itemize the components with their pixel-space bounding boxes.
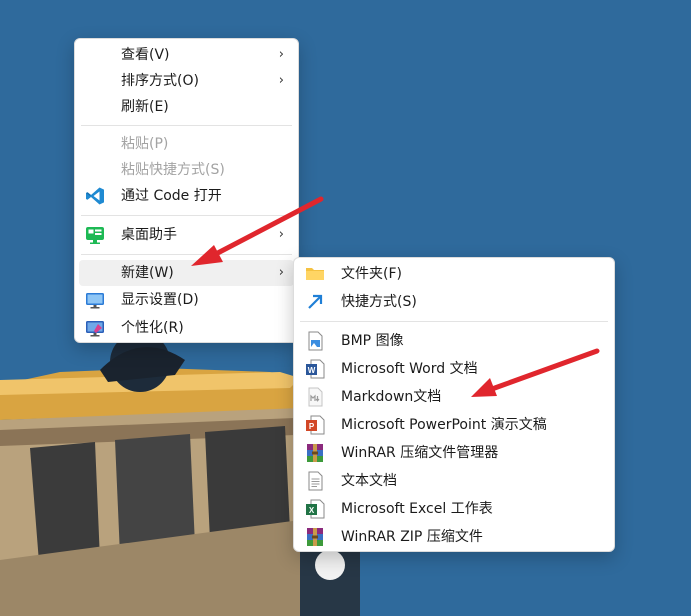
menu-item-label: Microsoft Word 文档: [341, 361, 478, 377]
menu-item-label: 通过 Code 打开: [121, 188, 222, 204]
submenu-item-markdown-document[interactable]: Markdown文档: [298, 384, 610, 410]
winrar-icon: [307, 444, 323, 462]
submenu-item-text-document[interactable]: 文本文档: [298, 468, 610, 494]
personalize-icon: [86, 321, 104, 337]
winrar-zip-icon: [307, 528, 323, 546]
excel-icon: X: [306, 499, 325, 519]
menu-item-label: BMP 图像: [341, 333, 404, 349]
text-document-icon: [308, 471, 323, 491]
menu-separator: [81, 125, 292, 126]
word-document-icon: W: [306, 359, 325, 379]
menu-item-label: 新建(W): [121, 265, 174, 281]
menu-separator: [300, 321, 608, 322]
menu-item-open-with-code[interactable]: 通过 Code 打开: [79, 183, 294, 209]
menu-item-label: 查看(V): [121, 47, 170, 63]
menu-item-display-settings[interactable]: 显示设置(D): [79, 287, 294, 313]
chevron-right-icon: ›: [278, 47, 284, 62]
submenu-item-winrar-zip[interactable]: WinRAR ZIP 压缩文件: [298, 524, 610, 550]
menu-item-label: Markdown文档: [341, 389, 442, 405]
menu-separator: [81, 254, 292, 255]
svg-text:X: X: [309, 506, 315, 515]
menu-item-label: Microsoft Excel 工作表: [341, 501, 493, 517]
markdown-document-icon: [308, 387, 323, 407]
menu-item-label: 文件夹(F): [341, 266, 402, 282]
menu-item-label: 个性化(R): [121, 320, 184, 336]
chevron-right-icon: ›: [278, 73, 284, 88]
menu-item-label: WinRAR ZIP 压缩文件: [341, 529, 483, 545]
menu-item-label: 桌面助手: [121, 227, 177, 243]
submenu-item-winrar-archive[interactable]: WinRAR 压缩文件管理器: [298, 440, 610, 466]
menu-item-label: 文本文档: [341, 473, 397, 489]
shortcut-arrow-icon: [308, 294, 323, 309]
new-submenu: 文件夹(F) 快捷方式(S) BMP 图像 W Microsoft Word 文…: [293, 257, 615, 552]
menu-item-label: 显示设置(D): [121, 292, 199, 308]
svg-text:W: W: [308, 366, 316, 375]
chevron-right-icon: ›: [278, 265, 284, 280]
menu-item-label: 刷新(E): [121, 99, 169, 115]
menu-item-paste-shortcut[interactable]: 粘贴快捷方式(S): [79, 157, 294, 183]
submenu-item-folder[interactable]: 文件夹(F): [298, 261, 610, 287]
menu-item-personalize[interactable]: 个性化(R): [79, 315, 294, 341]
menu-item-view[interactable]: 查看(V) ›: [79, 42, 294, 68]
chevron-right-icon: ›: [278, 227, 284, 242]
menu-item-label: 粘贴(P): [121, 136, 169, 152]
bmp-image-icon: [308, 331, 323, 351]
powerpoint-icon: P: [306, 415, 325, 435]
menu-item-sort-by[interactable]: 排序方式(O) ›: [79, 68, 294, 94]
menu-item-label: 粘贴快捷方式(S): [121, 162, 225, 178]
vscode-icon: [86, 187, 104, 205]
menu-item-label: Microsoft PowerPoint 演示文稿: [341, 417, 547, 433]
menu-item-refresh[interactable]: 刷新(E): [79, 94, 294, 120]
submenu-item-shortcut[interactable]: 快捷方式(S): [298, 289, 610, 315]
menu-item-desktop-assistant[interactable]: 桌面助手 ›: [79, 222, 294, 248]
menu-item-paste[interactable]: 粘贴(P): [79, 131, 294, 157]
menu-item-label: 排序方式(O): [121, 73, 199, 89]
submenu-item-excel-worksheet[interactable]: X Microsoft Excel 工作表: [298, 496, 610, 522]
desktop-assistant-icon: [86, 227, 104, 244]
svg-text:P: P: [309, 422, 315, 431]
desktop-context-menu: 查看(V) › 排序方式(O) › 刷新(E) 粘贴(P) 粘贴快捷方式(S) …: [74, 38, 299, 343]
submenu-item-powerpoint-presentation[interactable]: P Microsoft PowerPoint 演示文稿: [298, 412, 610, 438]
submenu-item-word-document[interactable]: W Microsoft Word 文档: [298, 356, 610, 382]
menu-item-label: 快捷方式(S): [341, 294, 417, 310]
menu-separator: [81, 215, 292, 216]
folder-icon: [306, 268, 324, 280]
submenu-item-bmp-image[interactable]: BMP 图像: [298, 328, 610, 354]
display-settings-icon: [86, 293, 104, 309]
menu-item-new[interactable]: 新建(W) ›: [79, 260, 294, 286]
menu-item-label: WinRAR 压缩文件管理器: [341, 445, 499, 461]
